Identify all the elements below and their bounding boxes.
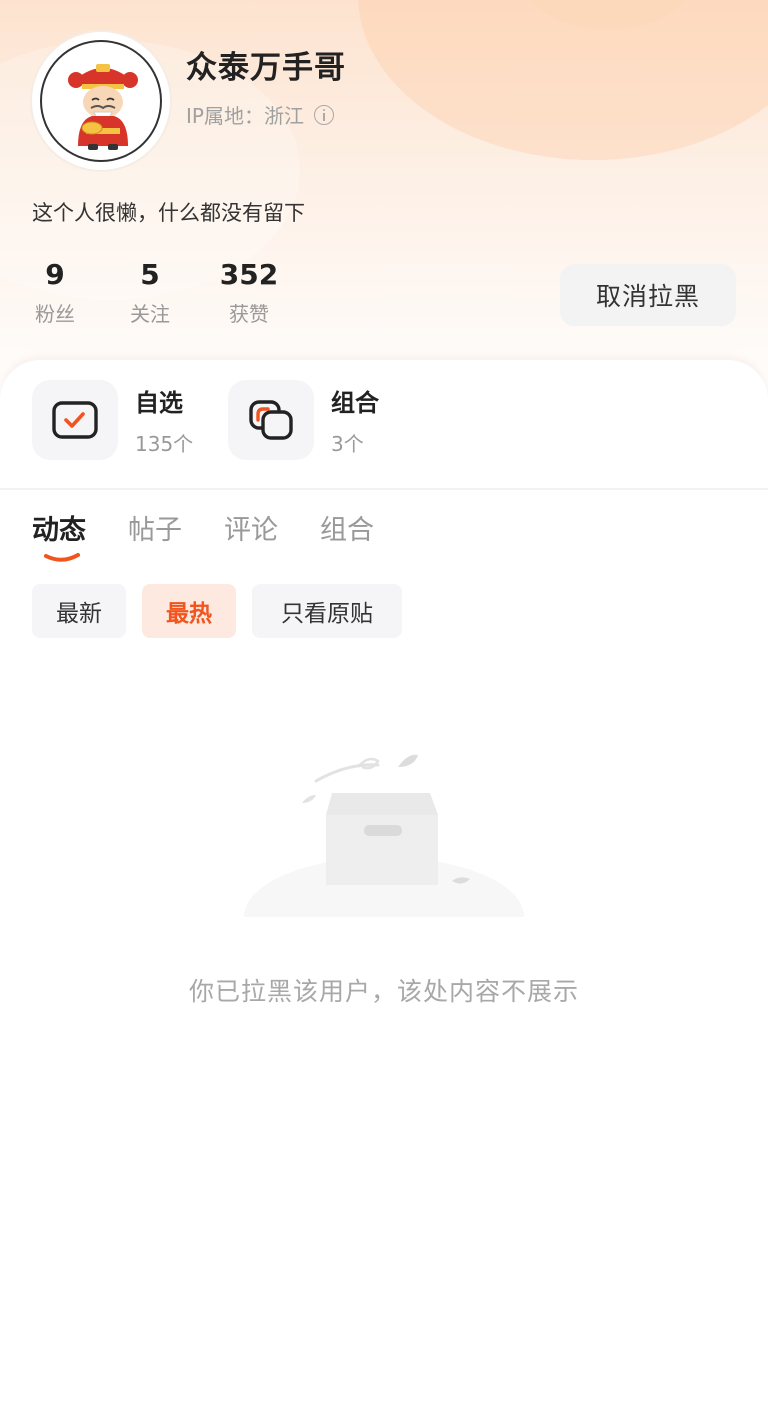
unblock-button[interactable]: 取消拉黑 <box>560 264 736 326</box>
tab-comments-label: 评论 <box>224 515 278 546</box>
shortcut-portfolio-count: 3个 <box>331 432 364 456</box>
filter-original-only[interactable]: 只看原贴 <box>252 584 402 638</box>
stat-following-count: 5 <box>140 258 160 291</box>
ip-location: IP属地：浙江 <box>186 100 334 129</box>
empty-state-message: 你已拉黑该用户，该处内容不展示 <box>188 977 579 1006</box>
filter-chips: 最新 最热 只看原贴 <box>32 584 418 638</box>
fortune-god-avatar-icon <box>40 40 162 162</box>
active-tab-indicator <box>44 553 80 562</box>
stat-likes-count: 352 <box>219 258 279 291</box>
shortcut-portfolio[interactable]: 组合 3个 <box>228 380 379 460</box>
filter-latest[interactable]: 最新 <box>32 584 126 638</box>
checkbox-icon <box>32 380 118 460</box>
shortcut-watchlist[interactable]: 自选 135个 <box>32 380 193 460</box>
avatar[interactable] <box>32 32 170 170</box>
stat-fans-label: 粉丝 <box>35 302 75 326</box>
tab-portfolio-label: 组合 <box>320 515 374 546</box>
tab-portfolio[interactable]: 组合 <box>320 508 374 547</box>
stat-fans[interactable]: 9 粉丝 <box>32 258 78 327</box>
tab-activity-label: 动态 <box>32 515 86 546</box>
user-bio: 这个人很懒，什么都没有留下 <box>32 201 305 225</box>
stat-likes-label: 获赞 <box>229 302 269 326</box>
stat-likes[interactable]: 352 获赞 <box>218 258 280 327</box>
shortcut-watchlist-count: 135个 <box>135 432 194 456</box>
stat-following[interactable]: 5 关注 <box>126 258 174 327</box>
content-tabs: 动态 帖子 评论 组合 <box>32 508 416 562</box>
shortcut-portfolio-title: 组合 <box>331 389 379 417</box>
filter-hottest[interactable]: 最热 <box>142 584 236 638</box>
tab-comments[interactable]: 评论 <box>224 508 278 547</box>
tab-posts-label: 帖子 <box>128 515 182 546</box>
info-icon[interactable] <box>313 104 334 125</box>
ip-location-label: IP属地：浙江 <box>186 104 304 128</box>
stacked-squares-icon <box>228 380 314 460</box>
tab-posts[interactable]: 帖子 <box>128 508 182 547</box>
section-divider <box>0 488 768 490</box>
username: 众泰万手哥 <box>186 50 346 86</box>
empty-box-icon <box>238 745 530 977</box>
tab-activity[interactable]: 动态 <box>32 508 86 562</box>
shortcut-watchlist-title: 自选 <box>135 389 183 417</box>
stat-following-label: 关注 <box>130 302 170 326</box>
profile-page: 众泰万手哥 IP属地：浙江 这个人很懒，什么都没有留下 9 粉丝 5 关注 35… <box>0 0 768 1412</box>
stat-fans-count: 9 <box>45 258 65 291</box>
